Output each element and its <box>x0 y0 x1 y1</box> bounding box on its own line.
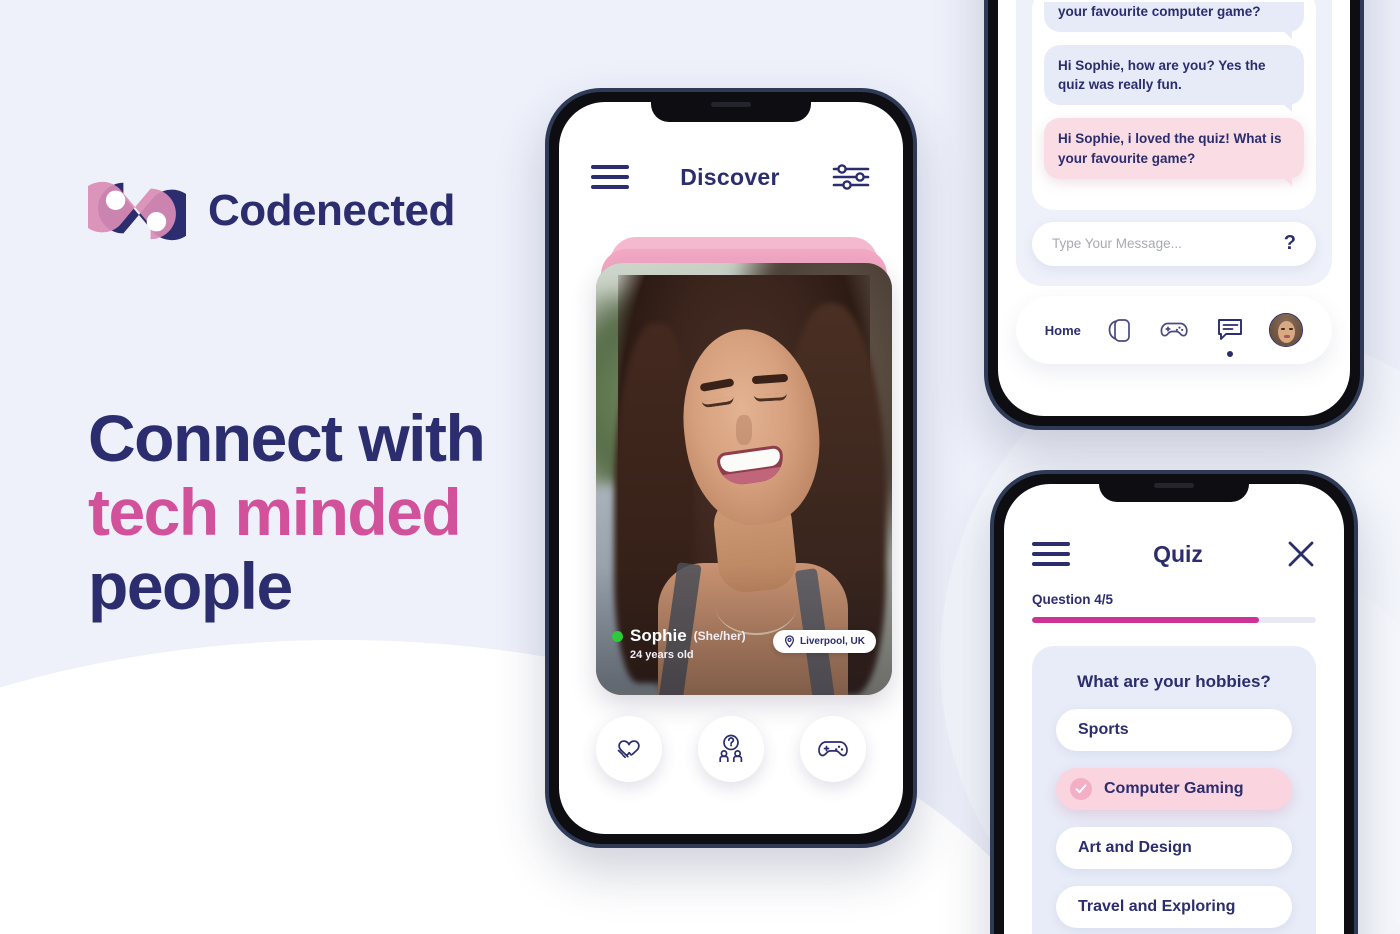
quiz-header: Quiz <box>1004 532 1344 576</box>
profile-info: Sophie (She/her) 24 years old <box>612 626 746 661</box>
games-button[interactable] <box>800 716 866 782</box>
brand-name: Codenected <box>208 186 455 235</box>
quiz-question-text: What are your hobbies? <box>1077 672 1271 691</box>
nav-item-games[interactable] <box>1158 318 1190 342</box>
quiz-option-selected[interactable]: Computer Gaming <box>1056 768 1292 810</box>
profile-card-stack: Sophie (She/her) 24 years old Liverpool,… <box>596 237 892 695</box>
phone-discover: Discover Sophie (She/her) 24 years old L… <box>545 88 917 848</box>
profile-pronouns: (She/her) <box>693 629 746 643</box>
map-pin-icon <box>784 635 795 648</box>
question-counter: Question 4/5 <box>1032 592 1114 607</box>
close-x-icon[interactable] <box>1286 539 1316 569</box>
chat-screen: your favourite computer game? Hi Sophie,… <box>998 0 1350 416</box>
page-title: Quiz <box>1153 540 1203 567</box>
discover-header: Discover <box>559 154 903 200</box>
gamepad-icon <box>1160 322 1188 337</box>
nav-item-cards[interactable] <box>1106 316 1132 344</box>
nav-item-home[interactable]: Home <box>1045 323 1081 338</box>
location-badge: Liverpool, UK <box>772 630 876 653</box>
quiz-people-icon <box>719 734 743 762</box>
progress-bar-fill <box>1032 617 1260 623</box>
bottom-navigation: Home <box>1016 296 1332 364</box>
profile-age: 24 years old <box>630 649 694 661</box>
message-bubble: Hi Sophie, how are you? Yes the quiz was… <box>1044 45 1304 113</box>
message-bubble: your favourite computer game? <box>1044 2 1304 40</box>
handshake-heart-icon <box>617 740 640 759</box>
brand-lockup: Codenected <box>88 175 558 247</box>
quiz-question-card: What are your hobbies? Sports Computer G… <box>1032 646 1316 934</box>
profile-name: Sophie <box>630 626 687 645</box>
headline-line-1: Connect with <box>88 401 486 475</box>
quiz-screen: Quiz Question 4/5 What are your hobbies?… <box>1004 484 1344 934</box>
location-text: Liverpool, UK <box>799 636 865 647</box>
discover-screen: Discover Sophie (She/her) 24 years old L… <box>559 102 903 834</box>
filter-sliders-icon[interactable] <box>831 163 871 191</box>
check-circle-icon <box>1070 778 1092 800</box>
phone-quiz: Quiz Question 4/5 What are your hobbies?… <box>990 470 1358 934</box>
profile-card[interactable]: Sophie (She/her) 24 years old Liverpool,… <box>596 263 892 695</box>
hamburger-menu-icon[interactable] <box>1032 542 1070 566</box>
phone-notch <box>651 92 811 122</box>
message-input-placeholder: Type Your Message... <box>1052 236 1182 252</box>
quiz-option[interactable]: Travel and Exploring <box>1056 886 1292 928</box>
cards-icon <box>1109 319 1131 342</box>
discover-action-row <box>559 716 903 782</box>
help-question-button[interactable]: ? <box>1284 232 1296 255</box>
message-bubble: Hi Sophie, i loved the quiz! What is you… <box>1044 118 1304 187</box>
online-status-dot <box>612 630 623 642</box>
connect-button[interactable] <box>596 716 662 782</box>
chat-panel: your favourite computer game? Hi Sophie,… <box>1016 0 1332 286</box>
gamepad-icon <box>818 741 848 757</box>
brand-column: Codenected Connect with tech minded peop… <box>88 175 558 624</box>
chat-bubble-icon <box>1217 319 1242 340</box>
nav-active-indicator <box>1226 351 1233 357</box>
quiz-option-label: Computer Gaming <box>1104 780 1244 797</box>
quiz-option[interactable]: Sports <box>1056 709 1292 751</box>
page-headline: Connect with tech minded people <box>88 401 558 624</box>
nav-item-profile-avatar[interactable] <box>1269 313 1304 347</box>
progress-bar-track <box>1032 617 1316 623</box>
quiz-progress: Question 4/5 <box>1032 592 1316 623</box>
message-input-row[interactable]: Type Your Message... ? <box>1032 221 1316 266</box>
nav-item-chat[interactable] <box>1216 317 1244 357</box>
infinity-loop-logo-icon <box>88 181 186 241</box>
headline-line-2: tech minded <box>88 474 462 549</box>
phone-chat: your favourite computer game? Hi Sophie,… <box>984 0 1364 430</box>
page-title: Discover <box>680 163 780 190</box>
headline-line-3: people <box>88 548 293 623</box>
phone-notch <box>1099 474 1249 502</box>
message-list: your favourite computer game? Hi Sophie,… <box>1032 0 1316 210</box>
hamburger-menu-icon[interactable] <box>591 165 629 189</box>
quiz-option[interactable]: Art and Design <box>1056 827 1292 869</box>
quiz-button[interactable] <box>698 716 764 782</box>
